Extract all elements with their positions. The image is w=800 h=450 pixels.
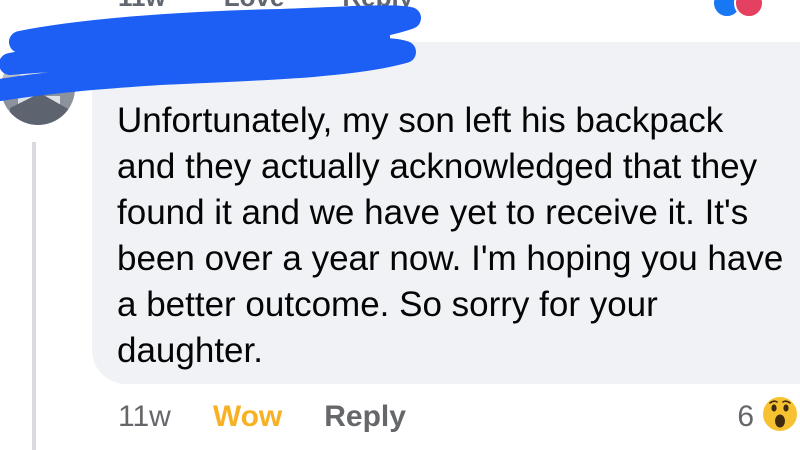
thread-line [32, 142, 36, 450]
redaction-scribble [0, 5, 421, 101]
wow-reaction-button[interactable]: Wow [213, 400, 282, 434]
reply-button[interactable]: Reply [324, 400, 406, 434]
reaction-count[interactable]: 6 [737, 400, 754, 434]
previous-comment-reactions[interactable] [712, 0, 772, 18]
comment-actions: 11w Wow Reply [118, 400, 406, 434]
love-reaction-icon [734, 0, 764, 18]
comment-text: Unfortunately, my son left his backpack … [117, 101, 784, 370]
comment-timestamp[interactable]: 11w [118, 400, 171, 434]
wow-emoji-icon[interactable] [760, 394, 800, 434]
